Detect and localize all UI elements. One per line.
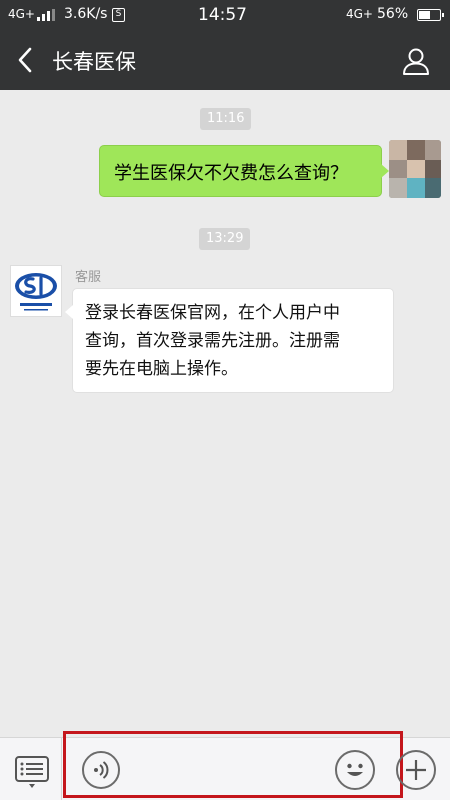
network-type-left: 4G+ [8,7,35,21]
timestamp-chip: 11:16 [200,108,252,130]
emoji-icon [347,763,363,776]
message-line: 查询，首次登录需先注册。注册需 [85,331,340,351]
person-icon[interactable] [402,47,430,75]
message-line: 登录长春医保官网，在个人用户中 [85,303,340,323]
status-bar: 4G+ 3.6K/s S 14:57 4G+ 56% [0,0,450,30]
back-icon[interactable] [14,46,38,74]
net-speed: 3.6K/s [64,6,108,22]
signal-icon [37,9,55,21]
outgoing-message[interactable]: 学生医保欠不欠费怎么查询？ [99,145,389,197]
timestamp-chip: 13:29 [199,228,251,250]
service-avatar-logo[interactable] [10,265,62,317]
battery-icon [417,9,444,21]
user-avatar[interactable] [389,140,441,198]
menu-list-icon[interactable] [14,753,50,789]
voice-icon [94,761,109,779]
emoji-button[interactable] [335,750,375,790]
plus-icon [406,760,426,780]
message-line: 要先在电脑上操作。 [85,359,238,379]
incoming-message[interactable]: 登录长春医保官网，在个人用户中 查询，首次登录需先注册。注册需 要先在电脑上操作… [65,288,394,393]
app-badge-icon: S [112,8,125,22]
chat-header: 长春医保 [0,30,450,90]
chat-title: 长春医保 [52,50,136,74]
more-options-button[interactable] [396,750,436,790]
toolbar-divider [61,738,62,800]
battery-percent: 56% [377,6,409,22]
sender-name: 客服 [75,270,102,285]
social-insurance-logo-icon [15,273,57,311]
status-time: 14:57 [198,5,247,25]
network-type-right: 4G+ [346,7,373,21]
voice-button[interactable] [82,751,120,789]
